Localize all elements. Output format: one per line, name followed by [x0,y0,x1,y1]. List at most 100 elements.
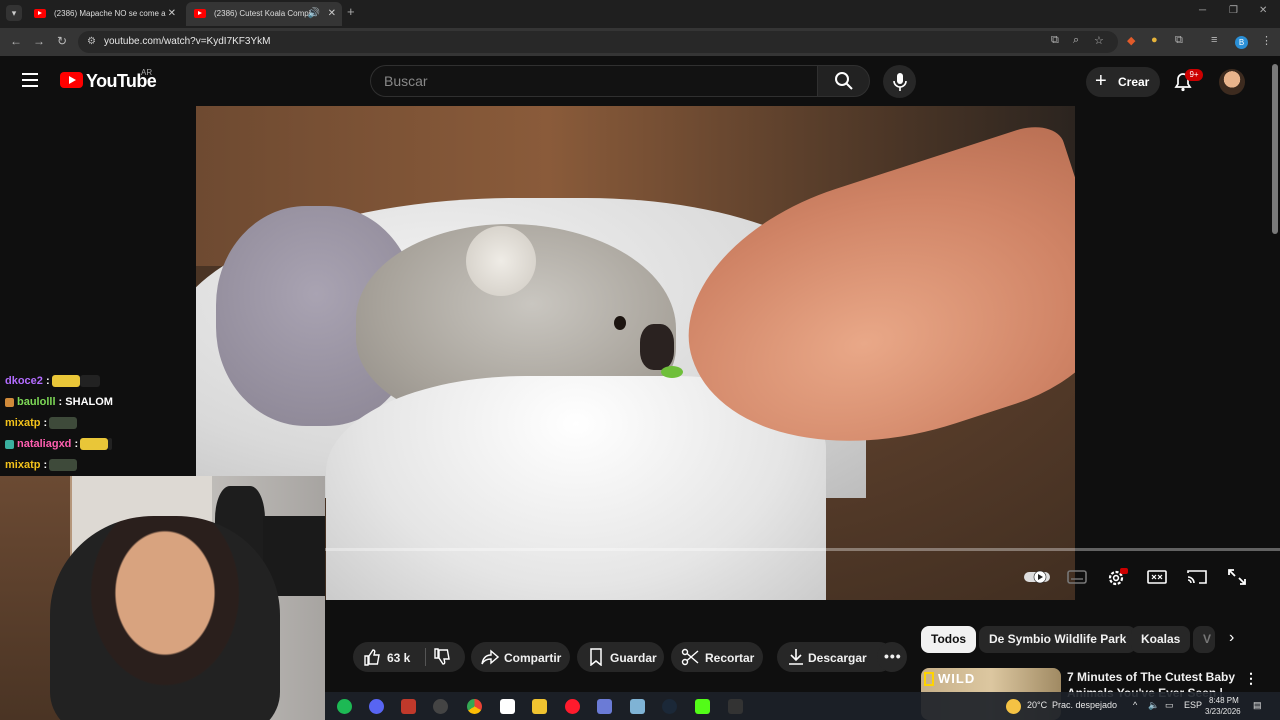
search-box[interactable] [370,65,818,97]
youtube-header: YouTube AR + Crear 9+ [0,56,1280,106]
kick-icon[interactable] [695,699,710,714]
app-icon[interactable] [500,699,515,714]
discord-icon[interactable] [369,699,384,714]
clock-time[interactable]: 8:48 PM [1209,696,1239,705]
chat-message: nataliagxd : [5,438,113,456]
browser-tab-1[interactable]: (2386) Mapache NO se come a ✕ [26,2,182,26]
notifications-icon[interactable]: ▤ [1253,700,1262,711]
like-dislike-group: 63 k [353,642,465,672]
voice-search-button[interactable] [883,65,916,98]
account-avatar[interactable] [1219,69,1245,95]
microphone-icon [893,73,907,91]
chat-badge-icon [5,439,14,449]
app-icon[interactable] [630,699,645,714]
volume-icon[interactable]: 🔈 [1148,700,1159,711]
save-button[interactable]: Guardar [577,642,664,672]
chat-message: dkoce2 : [5,375,100,393]
page-scrollbar[interactable] [1272,64,1278,234]
video-frame[interactable] [196,106,1075,600]
media-control-icon[interactable]: ≡ [1211,34,1217,46]
fullscreen-icon[interactable] [1226,568,1248,586]
webcam-streamer [50,516,280,720]
cast-icon[interactable] [1186,568,1208,586]
chat-message: baulolll : SHALOM [5,396,113,414]
extension-icon[interactable]: ◆ [1127,34,1135,47]
bookmark-star-icon[interactable]: ☆ [1094,34,1104,47]
search-input[interactable] [384,72,804,90]
miniplayer-icon[interactable] [1146,568,1168,586]
weather-desc[interactable]: Prac. despejado [1052,700,1117,710]
search-button[interactable] [817,65,870,97]
chevron-right-icon[interactable]: › [1229,629,1234,647]
obs-icon[interactable] [433,699,448,714]
chip-symbio[interactable]: De Symbio Wildlife Park [979,626,1137,653]
create-button[interactable]: + Crear [1086,67,1160,97]
zoom-icon[interactable]: ⌕ [1073,34,1079,47]
url-text[interactable]: youtube.com/watch?v=KydI7KF3YkM [104,36,270,47]
chat-text: SHALOM [62,396,113,408]
kebab-menu-icon[interactable]: ⋮ [1244,670,1258,687]
extensions-puzzle-icon[interactable]: ⧉ [1175,34,1183,47]
install-app-icon[interactable]: ⧉ [1051,34,1059,47]
address-bar-row: ← → ↻ ⚙ youtube.com/watch?v=KydI7KF3YkM … [0,28,1280,56]
youtube-favicon-icon [194,9,206,18]
speaker-icon[interactable]: 🔊 [308,2,320,26]
youtube-logo-icon[interactable] [60,72,83,88]
bookmark-icon [590,648,602,666]
close-tab-icon[interactable]: ✕ [168,2,176,26]
chip-koalas[interactable]: Koalas [1131,626,1191,653]
network-icon[interactable]: ▭ [1165,700,1174,711]
settings-gear-icon[interactable] [1106,568,1128,586]
reload-icon[interactable]: ↻ [57,34,67,48]
chat-message: mixatp : [5,417,78,435]
minimize-icon[interactable]: ─ [1199,5,1206,16]
country-code: AR [141,68,153,77]
autoplay-toggle-icon[interactable] [1023,568,1051,586]
extension-icon[interactable]: ● [1151,34,1158,46]
app-icon[interactable] [401,699,416,714]
app-icon[interactable] [597,699,612,714]
video-leaf [661,366,683,378]
language[interactable]: ESP [1184,700,1202,710]
epic-games-icon[interactable] [728,699,743,714]
chip-truncated[interactable]: V [1193,626,1215,653]
profile-icon[interactable]: B [1235,36,1248,49]
clip-button[interactable]: Recortar [671,642,763,672]
browser-tab-2-active[interactable]: (2386) Cutest Koala Compil 🔊 ✕ [186,2,342,26]
spotify-icon[interactable] [337,699,352,714]
close-tab-icon[interactable]: ✕ [328,2,336,26]
back-icon[interactable]: ← [10,34,22,48]
video-progress-bar[interactable] [325,548,1280,551]
browser-menu-icon[interactable]: ⋮ [1261,34,1272,47]
divider [425,648,426,666]
opera-icon[interactable] [565,699,580,714]
forward-icon[interactable]: → [33,34,45,48]
more-actions-button[interactable]: ••• [877,642,907,672]
menu-icon[interactable] [22,73,38,87]
omnibox[interactable]: ⚙ youtube.com/watch?v=KydI7KF3YkM [78,31,1118,53]
tab-search-button[interactable]: ▾ [6,5,22,21]
restore-icon[interactable]: ❐ [1229,5,1238,16]
subtitles-icon[interactable] [1066,568,1088,586]
file-explorer-icon[interactable] [532,699,547,714]
tray-chevron-icon[interactable]: ^ [1133,700,1137,710]
weather-temp[interactable]: 20°C [1027,700,1047,710]
search-icon [835,72,853,90]
video-koala-nose [640,324,674,370]
like-count[interactable]: 63 k [387,651,410,665]
share-button[interactable]: Compartir [471,642,570,672]
scissors-icon [681,648,699,666]
dislike-icon[interactable] [433,648,451,666]
new-tab-icon[interactable]: + [347,4,355,19]
like-icon[interactable] [363,648,381,666]
clock-date[interactable]: 3/23/2026 [1205,707,1241,716]
emote-icon [80,438,109,451]
chip-all[interactable]: Todos [921,626,977,653]
video-koala-ear [466,226,536,296]
emote-icon [79,375,100,388]
site-info-icon[interactable]: ⚙ [87,36,96,47]
plus-icon: + [1095,70,1107,92]
close-window-icon[interactable]: ✕ [1259,5,1267,16]
chrome-icon[interactable] [467,699,482,714]
steam-icon[interactable] [662,699,677,714]
